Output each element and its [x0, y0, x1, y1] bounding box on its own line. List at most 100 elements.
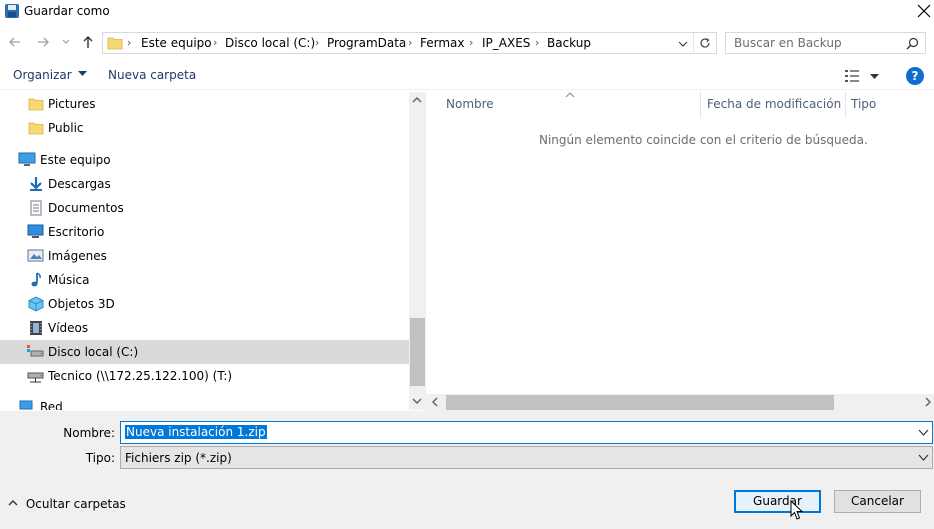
folder-icon	[28, 122, 44, 135]
pictures-icon	[27, 249, 44, 262]
tree-item-objetos-3d[interactable]: Objetos 3D	[0, 292, 409, 316]
tree-item-label: Objetos 3D	[48, 297, 115, 311]
help-icon: ?	[911, 69, 919, 83]
network-icon	[19, 400, 33, 410]
tree-item-escritorio[interactable]: Escritorio	[0, 220, 409, 244]
window-title: Guardar como	[24, 4, 110, 18]
title-bar: Guardar como	[0, 0, 934, 22]
tree-item-label: Red	[40, 400, 63, 410]
mouse-cursor-icon	[790, 500, 804, 520]
arrow-left-icon	[9, 37, 20, 47]
navigation-pane[interactable]: Pictures Public Este equipo Descargas Do…	[0, 92, 409, 410]
objects3d-icon	[28, 296, 44, 312]
navigation-pane-scroll-thumb[interactable]	[410, 318, 425, 386]
close-button[interactable]	[914, 1, 934, 21]
tree-item-public[interactable]: Public	[0, 116, 409, 140]
close-icon	[917, 4, 931, 18]
empty-folder-message: Ningún elemento coincide con el criterio…	[539, 133, 868, 147]
caret-down-icon	[870, 74, 879, 79]
address-history-dropdown[interactable]	[675, 33, 691, 53]
chevron-down-icon	[678, 41, 688, 47]
chevron-down-icon	[412, 398, 422, 404]
chevron-left-icon	[432, 397, 438, 407]
computer-icon	[18, 152, 36, 166]
tree-item-label: Escritorio	[48, 225, 105, 239]
tree-item-label: Descargas	[48, 177, 111, 191]
tree-item-imagenes[interactable]: Imágenes	[0, 244, 409, 268]
forward-button[interactable]	[34, 35, 52, 51]
save-button[interactable]: Guardar	[734, 490, 821, 513]
breadcrumb-fermax[interactable]: Fermax	[420, 36, 465, 50]
hide-folders-toggle[interactable]: Ocultar carpetas	[8, 497, 126, 513]
breadcrumb-separator-icon: ›	[408, 36, 413, 49]
recent-locations-button[interactable]	[60, 36, 72, 50]
filename-label: Nombre:	[63, 426, 115, 440]
chevron-up-icon	[8, 500, 18, 506]
back-button[interactable]	[6, 35, 24, 51]
caret-down-icon	[77, 71, 87, 76]
tree-item-label: Vídeos	[48, 321, 89, 335]
refresh-button[interactable]	[693, 33, 715, 53]
tree-item-musica[interactable]: Música	[0, 268, 409, 292]
chevron-down-icon	[62, 39, 70, 44]
breadcrumb-programdata[interactable]: ProgramData	[327, 36, 406, 50]
breadcrumb-backup[interactable]: Backup	[547, 36, 591, 50]
desktop-icon	[27, 224, 44, 238]
search-placeholder: Buscar en Backup	[734, 36, 842, 50]
breadcrumb-ip-axes[interactable]: IP_AXES	[482, 36, 530, 50]
file-list-scroll-thumb[interactable]	[446, 395, 834, 410]
videos-icon	[30, 321, 42, 335]
tree-item-disco-local-c[interactable]: Disco local (C:)	[0, 340, 409, 364]
tree-item-documentos[interactable]: Documentos	[0, 196, 409, 220]
new-folder-button[interactable]: Nueva carpeta	[108, 68, 196, 82]
arrow-up-icon	[83, 36, 93, 48]
help-button[interactable]: ?	[906, 67, 924, 85]
column-header-tipo[interactable]: Tipo	[851, 97, 876, 111]
cancel-button-label: Cancelar	[851, 494, 904, 508]
chevron-down-icon	[918, 429, 929, 436]
drive-icon	[27, 345, 44, 357]
download-icon	[30, 177, 42, 191]
tree-item-label: Tecnico (\\172.25.122.100) (T:)	[48, 369, 233, 383]
organize-menu-button[interactable]: Organizar	[13, 68, 87, 84]
column-divider[interactable]	[845, 92, 846, 118]
breadcrumb-este-equipo[interactable]: Este equipo	[141, 36, 212, 50]
filename-input[interactable]: Nueva instalación 1.zip	[120, 421, 933, 444]
filetype-select[interactable]: Fichiers zip (*.zip)	[120, 446, 933, 469]
network-drive-icon	[27, 372, 44, 383]
tree-item-videos[interactable]: Vídeos	[0, 316, 409, 340]
hide-folders-label: Ocultar carpetas	[25, 497, 126, 511]
breadcrumb-disco-local[interactable]: Disco local (C:)	[225, 36, 315, 50]
music-icon	[31, 272, 41, 287]
save-dialog-app-icon	[5, 4, 19, 18]
filetype-value: Fichiers zip (*.zip)	[125, 451, 232, 465]
filename-value: Nueva instalación 1.zip	[125, 425, 267, 439]
details-view-icon	[845, 70, 859, 82]
tree-item-label: Este equipo	[40, 153, 111, 167]
search-input[interactable]: Buscar en Backup	[725, 32, 926, 54]
address-bar[interactable]: › Este equipo › Disco local (C:) › Progr…	[102, 32, 717, 54]
tree-item-pictures[interactable]: Pictures	[0, 92, 409, 116]
tree-item-red[interactable]: Red	[0, 395, 409, 410]
breadcrumb-separator-icon: ›	[469, 36, 474, 49]
folder-icon	[107, 37, 123, 50]
folder-icon	[28, 98, 44, 111]
view-options-button[interactable]	[844, 67, 884, 85]
search-icon	[906, 37, 919, 50]
breadcrumb-separator-icon: ›	[535, 36, 540, 49]
sort-ascending-icon	[565, 92, 575, 98]
up-button[interactable]	[80, 35, 96, 51]
toolbar: Organizar Nueva carpeta ?	[0, 62, 934, 90]
cancel-button[interactable]: Cancelar	[834, 490, 921, 513]
documents-icon	[30, 200, 42, 216]
column-header-fecha[interactable]: Fecha de modificación	[707, 97, 841, 111]
tree-item-tecnico-t[interactable]: Tecnico (\\172.25.122.100) (T:)	[0, 364, 409, 388]
column-divider[interactable]	[700, 92, 701, 118]
filetype-label: Tipo:	[85, 451, 115, 465]
arrow-right-icon	[38, 37, 49, 47]
chevron-down-icon	[918, 454, 929, 461]
tree-item-este-equipo[interactable]: Este equipo	[0, 148, 409, 172]
organize-label: Organizar	[13, 68, 72, 82]
tree-item-descargas[interactable]: Descargas	[0, 172, 409, 196]
column-header-nombre[interactable]: Nombre	[446, 97, 494, 111]
